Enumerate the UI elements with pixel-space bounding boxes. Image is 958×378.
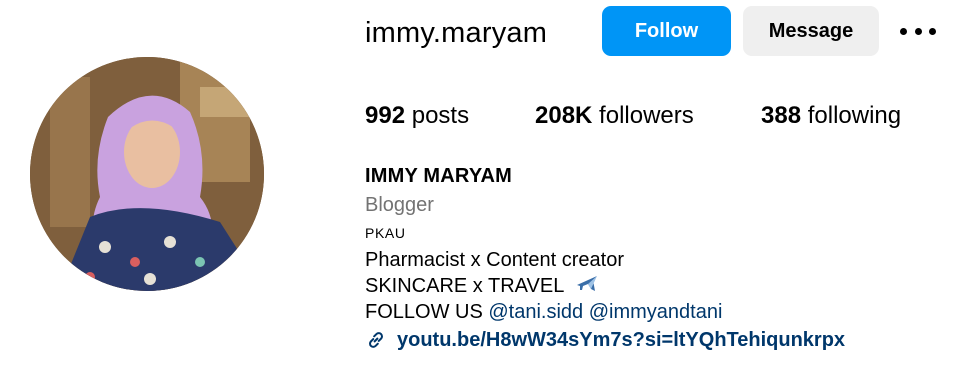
bio-line-2: SKINCARE x TRAVEL bbox=[365, 273, 845, 299]
follow-button[interactable]: Follow bbox=[602, 6, 731, 56]
link-icon bbox=[369, 332, 383, 348]
follow-us-label: FOLLOW US bbox=[365, 301, 483, 323]
posts-count: 992 bbox=[365, 102, 406, 129]
following-label: following bbox=[807, 102, 902, 129]
followers-stat[interactable]: 208K followers bbox=[535, 100, 694, 132]
bio-line-3: FOLLOW US @tani.sidd @immyandtani bbox=[365, 299, 845, 325]
posts-label: posts bbox=[411, 102, 470, 129]
message-button[interactable]: Message bbox=[743, 6, 879, 56]
external-link[interactable]: youtu.be/H8wW34sYm7s?si=ltYQhTehiqunkrpx bbox=[365, 327, 845, 353]
link-text[interactable]: youtu.be/H8wW34sYm7s?si=ltYQhTehiqunkrpx bbox=[397, 327, 845, 353]
category-label: Blogger bbox=[365, 194, 434, 216]
username: immy.maryam bbox=[365, 17, 548, 49]
profile-photo bbox=[30, 57, 264, 291]
followers-label: followers bbox=[599, 102, 694, 129]
more-options-icon[interactable] bbox=[900, 18, 936, 44]
posts-stat: 992 posts bbox=[365, 100, 469, 132]
full-name: IMMY MARYAM bbox=[365, 165, 513, 187]
more-dot bbox=[914, 27, 922, 35]
bio-tag: PKAU bbox=[365, 225, 406, 241]
following-count: 388 bbox=[761, 102, 802, 129]
following-stat[interactable]: 388 following bbox=[761, 100, 901, 132]
more-dot bbox=[929, 27, 936, 35]
bio: IMMY MARYAM Blogger PKAU Pharmacist x Co… bbox=[365, 163, 845, 353]
followers-count: 208K bbox=[535, 102, 593, 129]
more-dot bbox=[900, 27, 907, 35]
airplane-icon bbox=[577, 276, 598, 291]
bio-line-1: Pharmacist x Content creator bbox=[365, 249, 624, 271]
avatar[interactable] bbox=[30, 57, 264, 291]
mention-immyandtani[interactable]: @immyandtani bbox=[589, 301, 723, 323]
bio-line-2-text: SKINCARE x TRAVEL bbox=[365, 275, 564, 297]
mention-tani-sidd[interactable]: @tani.sidd bbox=[488, 301, 583, 323]
